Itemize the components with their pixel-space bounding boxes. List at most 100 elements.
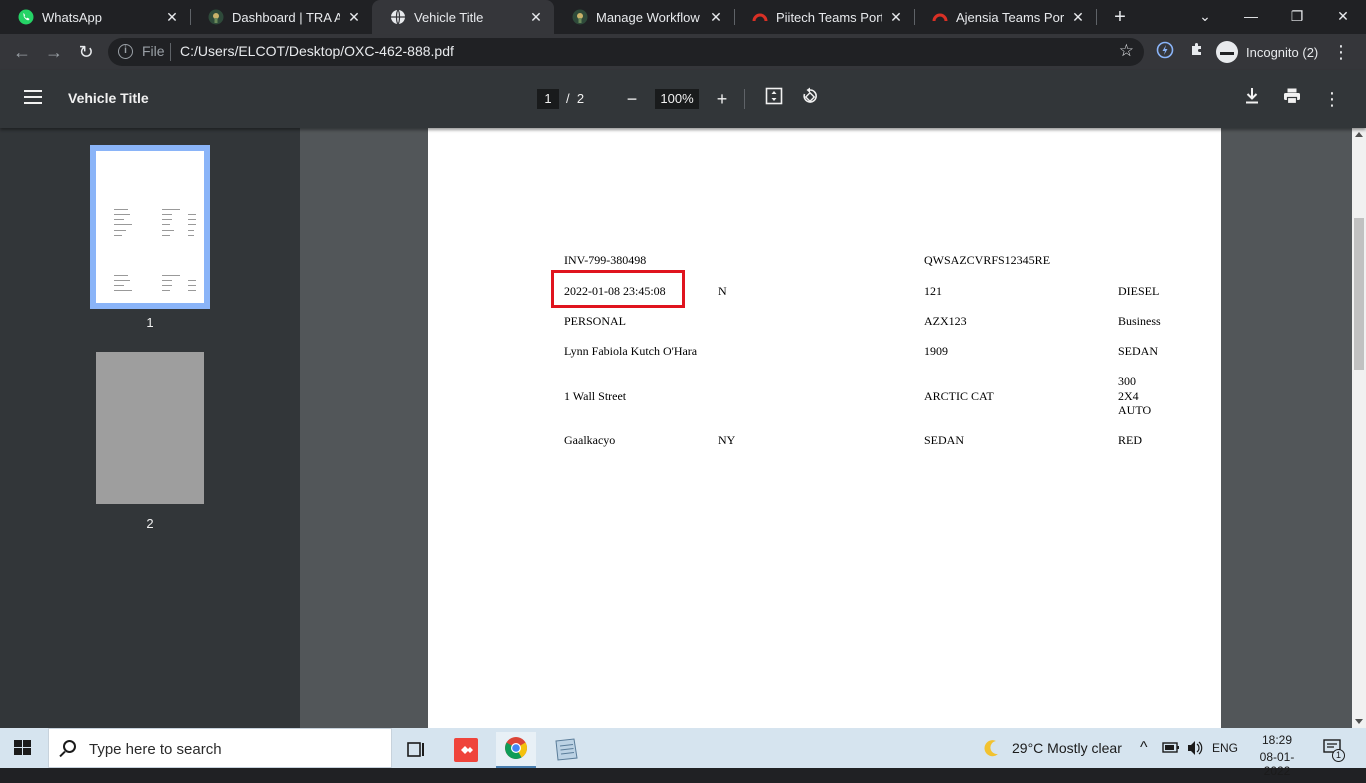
page-number-input[interactable]: 1 xyxy=(537,89,559,109)
download-svg xyxy=(1246,88,1258,104)
chrome-menu-icon[interactable]: ⋮ xyxy=(1330,41,1352,63)
style: SEDAN xyxy=(924,433,965,447)
model-line-3: AUTO xyxy=(1118,403,1152,417)
scrollbar-thumb[interactable] xyxy=(1354,218,1364,370)
restore-button[interactable]: ❐ xyxy=(1274,0,1320,34)
search-icon xyxy=(63,740,76,753)
fuel-type: DIESEL xyxy=(1118,284,1160,298)
language-indicator[interactable]: ENG xyxy=(1212,728,1238,768)
more-options-icon[interactable]: ⋮ xyxy=(1320,87,1344,111)
tab-label: Vehicle Title xyxy=(414,9,484,25)
whatsapp-icon xyxy=(18,9,34,25)
close-icon[interactable]: ✕ xyxy=(528,9,544,26)
thumbnail-page-1[interactable] xyxy=(90,145,210,309)
owner-name: Lynn Fabiola Kutch O'Hara xyxy=(564,344,698,358)
forward-arrow-icon[interactable]: → xyxy=(42,40,66,64)
back-arrow-icon[interactable]: ← xyxy=(10,40,34,64)
tab-strip: WhatsApp ✕ Dashboard | TRA App ✕ Vehicle… xyxy=(0,0,1366,34)
close-icon[interactable]: ✕ xyxy=(346,9,362,26)
info-icon[interactable]: i xyxy=(118,44,133,59)
highlight-box xyxy=(551,270,685,308)
fit-to-page-icon[interactable] xyxy=(762,87,786,111)
taskbar-search-box[interactable]: Type here to search xyxy=(48,728,392,768)
extension-shield-icon[interactable] xyxy=(1154,41,1176,63)
close-icon[interactable]: ✕ xyxy=(888,9,904,26)
show-hidden-icons-chevron-up-icon[interactable]: ^ xyxy=(1140,728,1148,768)
model-line-2: 2X4 xyxy=(1118,389,1139,403)
notes-app-icon[interactable] xyxy=(546,732,586,768)
weather-moon-icon[interactable] xyxy=(982,728,1002,768)
close-window-button[interactable]: ✕ xyxy=(1320,0,1366,34)
close-icon[interactable]: ✕ xyxy=(1070,9,1086,26)
notification-count-badge: 1 xyxy=(1332,749,1345,762)
model-line-1: 300 xyxy=(1118,374,1136,388)
url-text[interactable]: C:/Users/ELCOT/Desktop/OXC-462-888.pdf xyxy=(180,43,454,59)
notifications-icon[interactable]: 1 xyxy=(1322,728,1346,768)
plate-number: AZX123 xyxy=(924,314,967,328)
divider xyxy=(170,43,171,61)
volume-icon[interactable] xyxy=(1186,728,1204,768)
chrome-app-icon[interactable] xyxy=(496,732,536,768)
tab-label: Ajensia Teams Portal xyxy=(956,9,1064,25)
body-type: SEDAN xyxy=(1118,344,1159,358)
make: ARCTIC CAT xyxy=(924,389,994,403)
pdf-title: Vehicle Title xyxy=(68,90,149,106)
tab-label: WhatsApp xyxy=(42,9,102,25)
tra-app-icon xyxy=(572,9,588,25)
globe-icon xyxy=(391,9,405,25)
minimize-button[interactable]: — xyxy=(1228,0,1274,34)
invoice-number: INV-799-380498 xyxy=(564,253,647,267)
search-placeholder: Type here to search xyxy=(89,741,222,758)
weather-text[interactable]: 29°C Mostly clear xyxy=(1012,728,1122,768)
new-used-flag: N xyxy=(718,284,727,298)
close-icon[interactable]: ✕ xyxy=(708,9,724,26)
clock[interactable]: 18:29 08-01-2022 xyxy=(1250,728,1304,778)
tab-search-chevron-down-icon[interactable]: ⌄ xyxy=(1182,0,1228,34)
pdf-viewer: INV-799-380498 QWSAZCVRFS12345RE 2022-01… xyxy=(300,128,1352,728)
reload-icon[interactable]: ↻ xyxy=(74,40,98,64)
new-tab-button[interactable]: + xyxy=(1108,5,1132,29)
thumbnail-sidebar: 1 2 xyxy=(0,128,300,728)
star-icon[interactable]: ☆ xyxy=(1119,41,1134,61)
task-view-icon[interactable] xyxy=(396,732,436,768)
teams-portal-icon xyxy=(932,13,948,22)
tab-vehicle-title[interactable]: Vehicle Title ✕ xyxy=(372,0,554,34)
close-icon[interactable]: ✕ xyxy=(164,9,180,26)
tab-label: Dashboard | TRA App xyxy=(232,9,340,25)
tab-dashboard-tra-app[interactable]: Dashboard | TRA App ✕ xyxy=(190,0,372,34)
battery-svg xyxy=(1162,742,1179,753)
windows-start-icon[interactable] xyxy=(14,740,32,756)
scroll-down-arrow-icon[interactable] xyxy=(1355,719,1363,724)
viewer-scrollbar[interactable] xyxy=(1352,128,1366,728)
thumbnail-label-2: 2 xyxy=(146,516,154,531)
address-bar[interactable]: i File C:/Users/ELCOT/Desktop/OXC-462-88… xyxy=(108,38,1144,66)
menu-hamburger-icon[interactable] xyxy=(24,90,42,104)
pdf-page-1: INV-799-380498 QWSAZCVRFS12345RE 2022-01… xyxy=(428,128,1221,728)
download-icon[interactable] xyxy=(1240,87,1264,111)
zoom-out-minus-icon[interactable]: − xyxy=(620,87,644,111)
puzzle-extensions-icon[interactable] xyxy=(1186,41,1208,63)
puzzle-icon-svg xyxy=(1192,43,1201,55)
anydesk-app-icon[interactable] xyxy=(446,732,486,768)
print-svg xyxy=(1284,88,1300,105)
battery-icon[interactable] xyxy=(1162,728,1180,768)
scroll-up-arrow-icon[interactable] xyxy=(1355,132,1363,137)
fit-page-svg xyxy=(765,87,783,105)
tab-whatsapp[interactable]: WhatsApp ✕ xyxy=(0,0,190,34)
vin-number: QWSAZCVRFS12345RE xyxy=(924,253,1051,267)
tab-piitech-teams-portal[interactable]: Piitech Teams Portal ✕ xyxy=(734,0,914,34)
zoom-in-plus-icon[interactable]: + xyxy=(710,87,734,111)
teams-portal-icon xyxy=(752,13,768,22)
incognito-indicator[interactable]: Incognito (2) xyxy=(1216,38,1318,66)
incognito-icon xyxy=(1216,41,1238,63)
volume-svg xyxy=(1188,741,1203,755)
rotate-icon[interactable] xyxy=(798,87,822,111)
zoom-level-input[interactable]: 100% xyxy=(655,89,699,109)
windows-taskbar: Type here to search 29°C Mostly clear ^ … xyxy=(0,728,1366,778)
toolbar-divider xyxy=(744,89,745,109)
tab-manage-workflow[interactable]: Manage Workflow | TF ✕ xyxy=(554,0,734,34)
notifications-svg xyxy=(1323,739,1341,753)
tab-ajensia-teams-portal[interactable]: Ajensia Teams Portal ✕ xyxy=(914,0,1096,34)
print-icon[interactable] xyxy=(1280,87,1304,111)
thumbnail-page-2[interactable] xyxy=(96,352,204,504)
